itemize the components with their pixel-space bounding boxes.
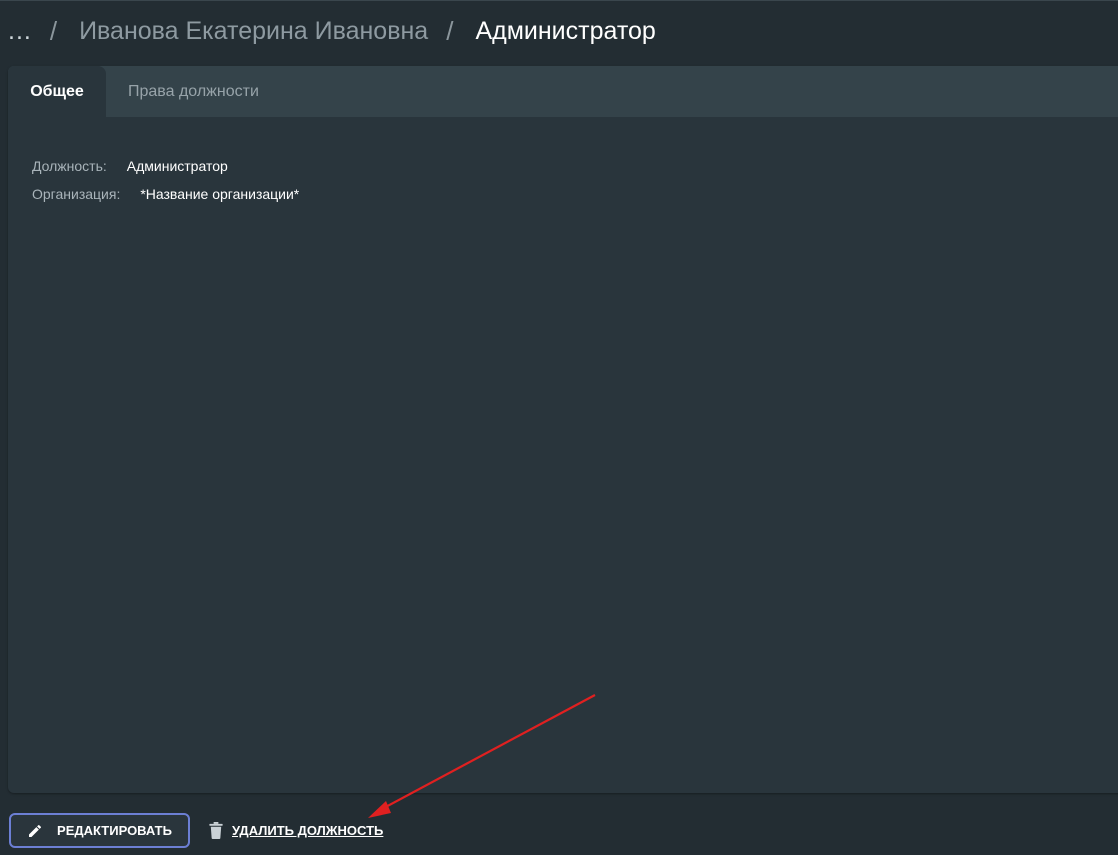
tab-bar: Общее Права должности: [8, 66, 1118, 117]
top-divider: [0, 0, 1118, 1]
tab-position-rights[interactable]: Права должности: [128, 66, 259, 117]
breadcrumb-more[interactable]: ...: [8, 17, 32, 46]
organization-value: *Название организации*: [140, 186, 300, 202]
details-panel: Общее Права должности Должность: Админис…: [8, 66, 1118, 793]
tab-general[interactable]: Общее: [8, 66, 106, 117]
delete-position-label: УДАЛИТЬ ДОЛЖНОСТЬ: [232, 823, 384, 838]
info-row-position: Должность: Администратор: [32, 152, 299, 180]
position-value: Администратор: [126, 158, 228, 174]
trash-icon: [209, 822, 223, 839]
breadcrumb-item-employee[interactable]: Иванова Екатерина Ивановна: [79, 17, 428, 46]
pencil-icon: [27, 823, 43, 839]
edit-button-label: РЕДАКТИРОВАТЬ: [57, 823, 172, 838]
breadcrumb-separator: /: [49, 15, 58, 46]
delete-position-button[interactable]: УДАЛИТЬ ДОЛЖНОСТЬ: [209, 822, 383, 839]
edit-button[interactable]: РЕДАКТИРОВАТЬ: [9, 813, 190, 848]
info-section: Должность: Администратор Организация: *Н…: [32, 152, 299, 208]
breadcrumb: ... / Иванова Екатерина Ивановна / Админ…: [8, 12, 656, 50]
position-label: Должность:: [32, 158, 107, 174]
breadcrumb-item-current: Администратор: [475, 16, 656, 45]
organization-label: Организация:: [32, 186, 121, 202]
breadcrumb-separator: /: [446, 15, 454, 46]
action-bar: РЕДАКТИРОВАТЬ УДАЛИТЬ ДОЛЖНОСТЬ: [9, 813, 383, 848]
info-row-organization: Организация: *Название организации*: [32, 180, 299, 208]
